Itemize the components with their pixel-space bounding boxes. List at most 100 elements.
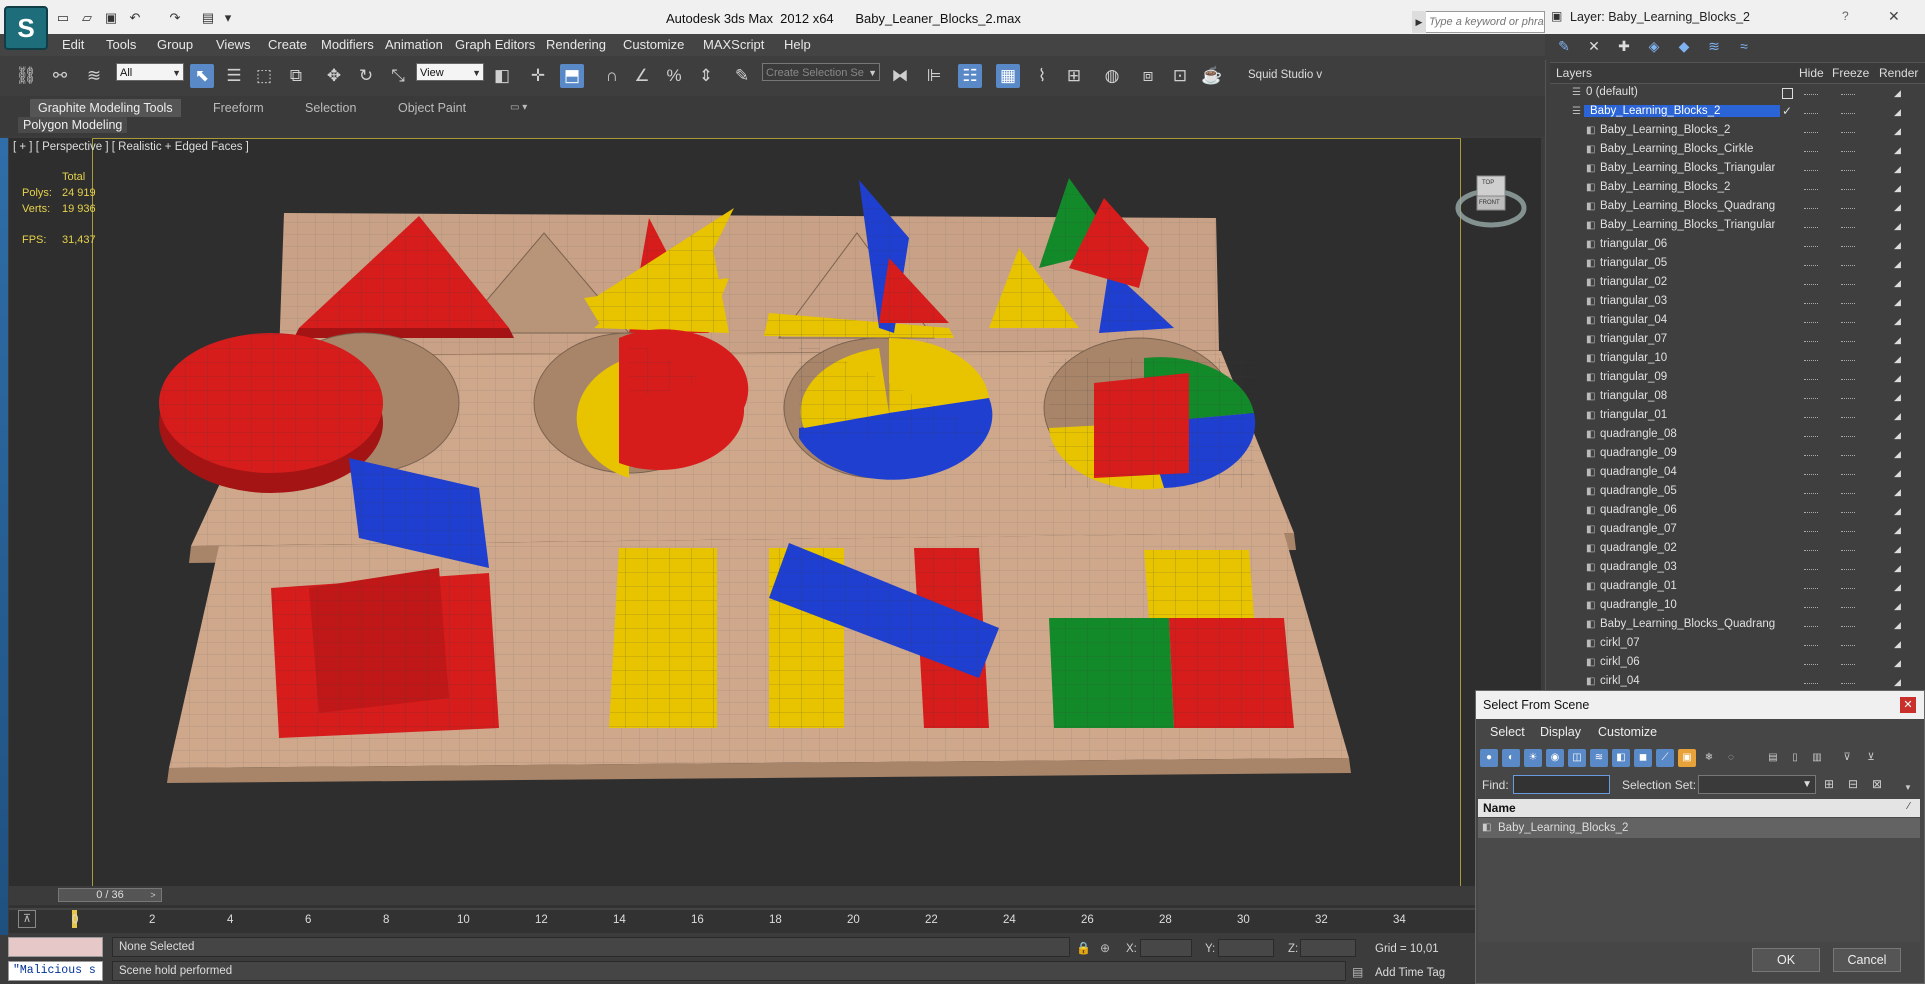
layer-row-name[interactable]: triangular_03 bbox=[1600, 295, 1775, 307]
link-icon[interactable]: ⛓ bbox=[14, 64, 38, 88]
hide-toggle[interactable] bbox=[1804, 683, 1818, 686]
render-toggle-icon[interactable]: ◢ bbox=[1894, 543, 1906, 555]
tab-selection[interactable]: Selection bbox=[297, 99, 364, 117]
help-icon[interactable]: ? bbox=[1842, 9, 1849, 23]
search-box[interactable] bbox=[1412, 11, 1545, 33]
hide-toggle[interactable] bbox=[1804, 113, 1818, 116]
render-toggle-icon[interactable]: ◢ bbox=[1894, 600, 1906, 612]
freeze-toggle[interactable] bbox=[1841, 94, 1855, 97]
hide-toggle[interactable] bbox=[1804, 170, 1818, 173]
layer-row-name[interactable]: triangular_02 bbox=[1600, 276, 1775, 288]
project-folder-icon[interactable]: ▤ bbox=[200, 10, 216, 26]
x-coordinate-field[interactable] bbox=[1140, 939, 1192, 957]
render-toggle-icon[interactable]: ◢ bbox=[1894, 220, 1906, 232]
spinner-snap-icon[interactable]: ⇕ bbox=[694, 64, 718, 88]
render-toggle-icon[interactable]: ◢ bbox=[1894, 486, 1906, 498]
lock-selection-icon[interactable]: 🔒 bbox=[1076, 941, 1091, 955]
hide-toggle[interactable] bbox=[1804, 455, 1818, 458]
layer-row-name[interactable]: Baby_Learning_Blocks_2 bbox=[1600, 124, 1775, 136]
render-setup-icon[interactable]: ⧈ bbox=[1136, 64, 1160, 88]
current-layer-checkbox[interactable] bbox=[1782, 88, 1793, 99]
menu-help[interactable]: Help bbox=[784, 37, 811, 52]
menu-graph-editors[interactable]: Graph Editors bbox=[455, 37, 535, 52]
freeze-toggle[interactable] bbox=[1841, 132, 1855, 135]
hide-toggle[interactable] bbox=[1804, 607, 1818, 610]
hide-toggle[interactable] bbox=[1804, 265, 1818, 268]
tab-object-paint[interactable]: Object Paint bbox=[390, 99, 474, 117]
render-toggle-icon[interactable]: ◢ bbox=[1894, 277, 1906, 289]
freeze-toggle[interactable] bbox=[1841, 569, 1855, 572]
unlink-icon[interactable]: ⚯ bbox=[48, 64, 72, 88]
freeze-toggle[interactable] bbox=[1841, 341, 1855, 344]
layer-row[interactable]: ◧ quadrangle_01 ◢ bbox=[1550, 578, 1922, 597]
maxscript-listener-output[interactable] bbox=[8, 937, 103, 957]
select-by-name-icon[interactable]: ☰ bbox=[222, 64, 246, 88]
remove-selection-set-icon[interactable]: ⊟ bbox=[1848, 777, 1858, 791]
search-expand-icon[interactable]: ▶ bbox=[1412, 11, 1426, 33]
layer-row[interactable]: ◧ Baby_Learning_Blocks_Quadrangle ◢ bbox=[1550, 198, 1922, 217]
selection-filter-dropdown[interactable]: All ▼ bbox=[116, 63, 184, 81]
hide-toggle[interactable] bbox=[1804, 531, 1818, 534]
menu-edit[interactable]: Edit bbox=[62, 37, 84, 52]
layer-row[interactable]: ◧ triangular_09 ◢ bbox=[1550, 369, 1922, 388]
ok-button[interactable]: OK bbox=[1752, 948, 1820, 972]
display-none-icon[interactable]: ▯ bbox=[1786, 749, 1804, 767]
edit-named-selection-icon[interactable]: ✎ bbox=[730, 64, 754, 88]
freeze-toggle[interactable] bbox=[1841, 208, 1855, 211]
layer-row-name[interactable]: triangular_04 bbox=[1600, 314, 1775, 326]
menu-rendering[interactable]: Rendering bbox=[546, 37, 606, 52]
display-shapes-icon[interactable]: ◐ bbox=[1502, 749, 1520, 767]
viewport-perspective[interactable] bbox=[9, 138, 1541, 887]
layer-row[interactable]: ◧ triangular_04 ◢ bbox=[1550, 312, 1922, 331]
layer-row-name[interactable]: 0 (default) bbox=[1586, 86, 1761, 98]
selection-set-dropdown[interactable]: ▼ bbox=[1698, 775, 1816, 794]
redo-icon[interactable]: ↷ bbox=[167, 10, 183, 26]
render-toggle-icon[interactable]: ◢ bbox=[1894, 315, 1906, 327]
hide-toggle[interactable] bbox=[1804, 474, 1818, 477]
freeze-toggle[interactable] bbox=[1841, 151, 1855, 154]
layer-row-name[interactable]: quadrangle_02 bbox=[1600, 542, 1775, 554]
menu-maxscript[interactable]: MAXScript bbox=[703, 37, 764, 52]
tab-graphite-modeling-tools[interactable]: Graphite Modeling Tools bbox=[30, 99, 181, 117]
hide-toggle[interactable] bbox=[1804, 512, 1818, 515]
scene-object-row[interactable]: Baby_Learning_Blocks_2 bbox=[1478, 818, 1920, 838]
layer-row-name[interactable]: Baby_Learning_Blocks_2 bbox=[1584, 105, 1780, 117]
keyboard-shortcut-override-icon[interactable]: ⬒ bbox=[560, 64, 584, 88]
layer-row[interactable]: ◧ triangular_10 ◢ bbox=[1550, 350, 1922, 369]
cancel-button[interactable]: Cancel bbox=[1833, 948, 1901, 972]
freeze-toggle[interactable] bbox=[1841, 664, 1855, 667]
ribbon-options-icon[interactable]: ▭ ▾ bbox=[502, 99, 535, 117]
select-highlighted-icon[interactable]: ◈ bbox=[1645, 37, 1663, 55]
display-frozen-icon[interactable]: ❄ bbox=[1700, 749, 1718, 767]
freeze-toggle[interactable] bbox=[1841, 360, 1855, 363]
display-geometry-icon[interactable]: ● bbox=[1480, 749, 1498, 767]
sort-icon[interactable]: ⁄ bbox=[1908, 801, 1910, 812]
layer-row-name[interactable]: cirkl_06 bbox=[1600, 656, 1775, 668]
render-teapot-icon[interactable]: ☕ bbox=[1200, 64, 1224, 88]
render-toggle-icon[interactable]: ◢ bbox=[1894, 410, 1906, 422]
hide-toggle[interactable] bbox=[1804, 303, 1818, 306]
rectangle-selection-icon[interactable]: ⬚ bbox=[252, 64, 276, 88]
layer-row[interactable]: ◧ cirkl_06 ◢ bbox=[1550, 654, 1922, 673]
hide-toggle[interactable] bbox=[1804, 151, 1818, 154]
sync-selection-icon[interactable]: ⊻ bbox=[1862, 749, 1880, 767]
layer-row[interactable]: ◧ triangular_02 ◢ bbox=[1550, 274, 1922, 293]
display-invert-icon[interactable]: ▥ bbox=[1808, 749, 1826, 767]
freeze-toggle[interactable] bbox=[1841, 284, 1855, 287]
layer-row[interactable]: ◧ triangular_03 ◢ bbox=[1550, 293, 1922, 312]
layer-row[interactable]: ◧ Baby_Learning_Blocks_Triangular_B ◢ bbox=[1550, 217, 1922, 236]
add-time-tag[interactable]: Add Time Tag bbox=[1375, 967, 1445, 979]
hide-toggle[interactable] bbox=[1804, 189, 1818, 192]
y-coordinate-field[interactable] bbox=[1218, 939, 1274, 957]
close-icon[interactable]: ✕ bbox=[1900, 697, 1916, 713]
viewcube-front-label[interactable]: FRONT bbox=[1479, 200, 1500, 206]
sfs-menu-customize[interactable]: Customize bbox=[1598, 725, 1657, 739]
display-groups-icon[interactable]: ◧ bbox=[1612, 749, 1630, 767]
render-toggle-icon[interactable]: ◢ bbox=[1894, 182, 1906, 194]
col-hide[interactable]: Hide bbox=[1799, 66, 1824, 80]
save-icon[interactable]: ▣ bbox=[103, 10, 119, 26]
layer-row[interactable]: ◧ triangular_05 ◢ bbox=[1550, 255, 1922, 274]
graphite-toggle-icon[interactable]: ▦ bbox=[996, 64, 1020, 88]
set-current-layer-icon[interactable]: ≋ bbox=[1705, 37, 1723, 55]
rotate-icon[interactable]: ↻ bbox=[354, 64, 378, 88]
